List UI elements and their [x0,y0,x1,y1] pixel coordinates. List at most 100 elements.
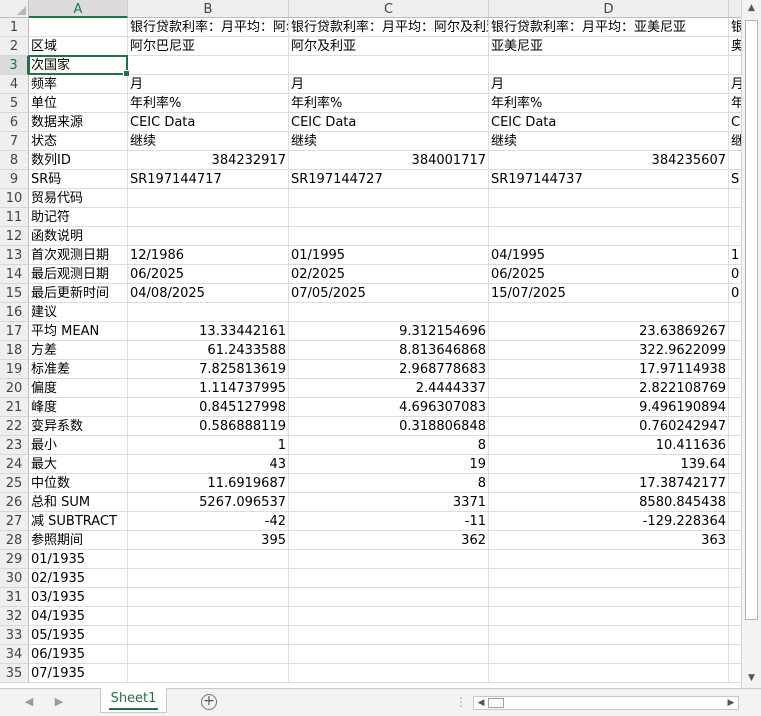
cell-d22[interactable]: 0.760242947 [489,417,729,436]
cell-d23[interactable]: 10.411636 [489,436,729,455]
cell-c25[interactable]: 8 [289,474,489,493]
column-header-a[interactable]: A [29,0,128,18]
cell-b26[interactable]: 5267.096537 [128,493,289,512]
cell-b12[interactable] [128,227,289,246]
cell-d27[interactable]: -129.228364 [489,512,729,531]
cell-a16[interactable]: 建议 [29,303,128,322]
cell-b25[interactable]: 11.6919687 [128,474,289,493]
cell-c18[interactable]: 8.813646868 [289,341,489,360]
cell-a35[interactable]: 07/1935 [29,664,128,683]
cell-a6[interactable]: 数据来源 [29,113,128,132]
row-header[interactable]: 9 [0,170,29,189]
cell-a2[interactable]: 区域 [29,37,128,56]
row-header[interactable]: 14 [0,265,29,284]
cell-d2[interactable]: 亚美尼亚 [489,37,729,56]
cell-c14[interactable]: 02/2025 [289,265,489,284]
cell-c21[interactable]: 4.696307083 [289,398,489,417]
cell-c8[interactable]: 384001717 [289,151,489,170]
chevron-right-icon[interactable]: ▶ [52,695,66,709]
cell-a30[interactable]: 02/1935 [29,569,128,588]
row-header[interactable]: 25 [0,474,29,493]
row-header[interactable]: 1 [0,18,29,37]
select-all-corner[interactable] [0,0,29,18]
cell-b16[interactable] [128,303,289,322]
cell-a28[interactable]: 参照期间 [29,531,128,550]
cell-b1[interactable]: 银行贷款利率：月平均：阿尔巴尼亚 [128,18,289,37]
row-header[interactable]: 16 [0,303,29,322]
cell-c32[interactable] [289,607,489,626]
cell-b10[interactable] [128,189,289,208]
cell-b5[interactable]: 年利率% [128,94,289,113]
cell-d35[interactable] [489,664,729,683]
row-header[interactable]: 33 [0,626,29,645]
cell-a5[interactable]: 单位 [29,94,128,113]
cell-b15[interactable]: 04/08/2025 [128,284,289,303]
cell-d13[interactable]: 04/1995 [489,246,729,265]
cell-d20[interactable]: 2.822108769 [489,379,729,398]
cell-b18[interactable]: 61.2433588 [128,341,289,360]
cell-d5[interactable]: 年利率% [489,94,729,113]
cell-b7[interactable]: 继续 [128,132,289,151]
cell-c23[interactable]: 8 [289,436,489,455]
cell-a32[interactable]: 04/1935 [29,607,128,626]
cell-c35[interactable] [289,664,489,683]
cell-c30[interactable] [289,569,489,588]
row-header[interactable]: 34 [0,645,29,664]
cell-c6[interactable]: CEIC Data [289,113,489,132]
cell-d19[interactable]: 17.97114938 [489,360,729,379]
vertical-scrollbar[interactable]: ▲ ▼ [741,0,761,688]
cell-c24[interactable]: 19 [289,455,489,474]
cell-c34[interactable] [289,645,489,664]
cell-c3[interactable] [289,56,489,75]
cell-d26[interactable]: 8580.845438 [489,493,729,512]
cell-b27[interactable]: -42 [128,512,289,531]
cell-a1[interactable] [29,18,128,37]
cell-d12[interactable] [489,227,729,246]
column-header-c[interactable]: C [289,0,489,18]
cell-d14[interactable]: 06/2025 [489,265,729,284]
cell-d30[interactable] [489,569,729,588]
row-header[interactable]: 18 [0,341,29,360]
row-header[interactable]: 26 [0,493,29,512]
row-header[interactable]: 31 [0,588,29,607]
cell-a22[interactable]: 变异系数 [29,417,128,436]
horizontal-scrollbar[interactable]: ◀ ▶ [473,696,739,710]
chevron-left-icon[interactable]: ◀ [22,695,36,709]
cell-c28[interactable]: 362 [289,531,489,550]
row-header[interactable]: 3 [0,56,29,75]
cell-c19[interactable]: 2.968778683 [289,360,489,379]
cell-a25[interactable]: 中位数 [29,474,128,493]
cell-a7[interactable]: 状态 [29,132,128,151]
cell-a18[interactable]: 方差 [29,341,128,360]
cell-b34[interactable] [128,645,289,664]
row-header[interactable]: 10 [0,189,29,208]
cell-a33[interactable]: 05/1935 [29,626,128,645]
cell-d10[interactable] [489,189,729,208]
cell-d15[interactable]: 15/07/2025 [489,284,729,303]
cell-a29[interactable]: 01/1935 [29,550,128,569]
cell-d28[interactable]: 363 [489,531,729,550]
column-header-d[interactable]: D [489,0,729,18]
cell-d1[interactable]: 银行贷款利率：月平均：亚美尼亚 [489,18,729,37]
cell-c20[interactable]: 2.4444337 [289,379,489,398]
cell-b28[interactable]: 395 [128,531,289,550]
column-header-b[interactable]: B [128,0,289,18]
plus-circle-icon[interactable]: + [201,694,217,710]
row-header[interactable]: 30 [0,569,29,588]
cell-b3[interactable] [128,56,289,75]
row-header[interactable]: 29 [0,550,29,569]
scroll-right-icon[interactable]: ▶ [724,697,738,709]
cell-c5[interactable]: 年利率% [289,94,489,113]
cell-b23[interactable]: 1 [128,436,289,455]
row-header[interactable]: 20 [0,379,29,398]
cell-c4[interactable]: 月 [289,75,489,94]
row-header[interactable]: 24 [0,455,29,474]
cell-d9[interactable]: SR197144737 [489,170,729,189]
cell-b14[interactable]: 06/2025 [128,265,289,284]
cell-d17[interactable]: 23.63869267 [489,322,729,341]
cell-a10[interactable]: 贸易代码 [29,189,128,208]
cell-b22[interactable]: 0.586888119 [128,417,289,436]
row-header[interactable]: 4 [0,75,29,94]
cell-c12[interactable] [289,227,489,246]
cell-a20[interactable]: 偏度 [29,379,128,398]
